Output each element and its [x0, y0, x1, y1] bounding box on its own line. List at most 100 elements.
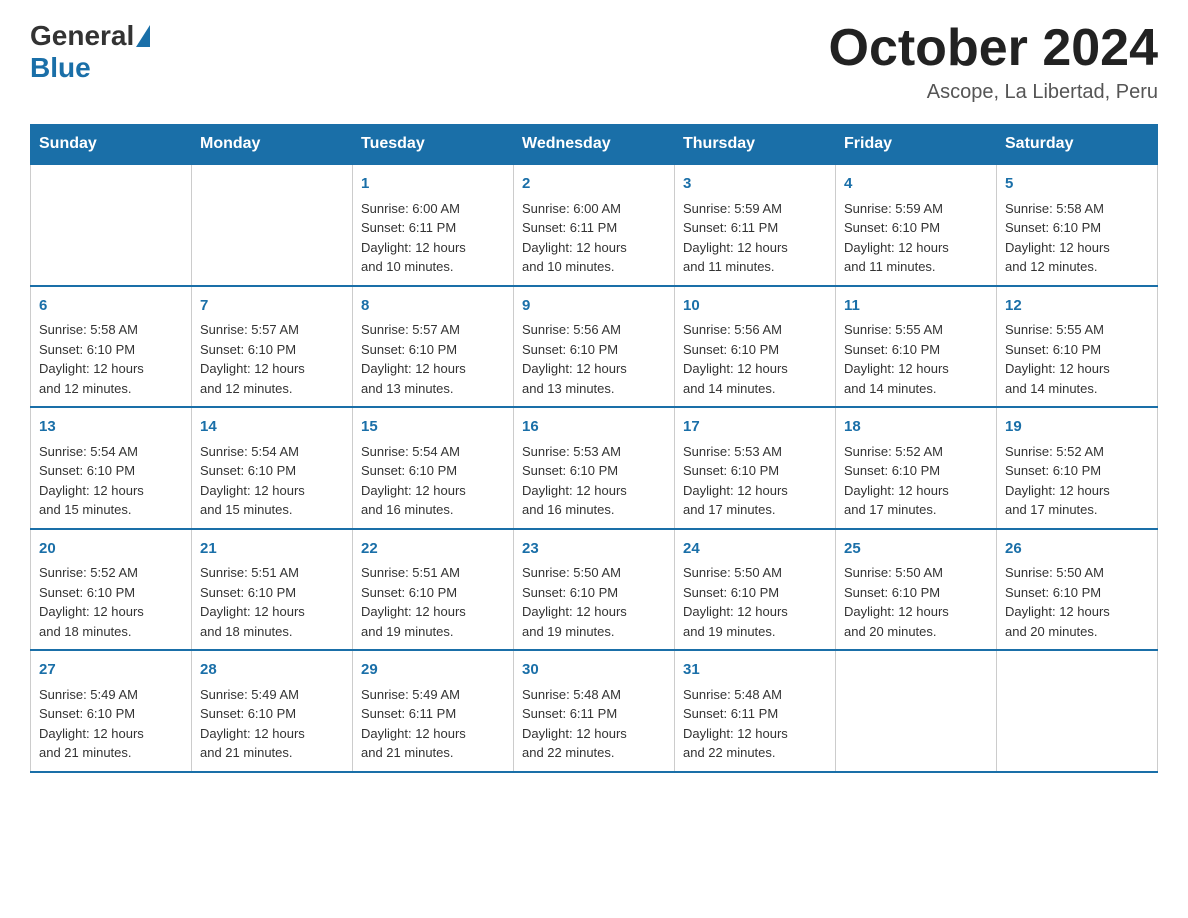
day-cell-10: 10Sunrise: 5:56 AM Sunset: 6:10 PM Dayli…	[675, 286, 836, 408]
day-number: 25	[844, 538, 988, 561]
day-cell-8: 8Sunrise: 5:57 AM Sunset: 6:10 PM Daylig…	[353, 286, 514, 408]
day-cell-1: 1 Sunrise: 6:00 AM Sunset: 6:11 PM Daylig…	[353, 164, 514, 286]
logo-triangle-icon	[136, 25, 150, 47]
day-number: 11	[844, 295, 988, 318]
day-number: 27	[39, 659, 183, 682]
day-number: 28	[200, 659, 344, 682]
day-cell-18: 18 Sunrise: 5:52 AM Sunset: 6:10 PM Dayli…	[836, 407, 997, 529]
day-cell-24: 24Sunrise: 5:50 AM Sunset: 6:10 PM Dayli…	[675, 529, 836, 651]
day-info: Sunrise: 5:58 AM Sunset: 6:10 PM Dayligh…	[1005, 199, 1149, 277]
day-info: Sunrise: 5:53 AM Sunset: 6:10 PM Dayligh…	[522, 442, 666, 520]
day-info: Sunrise: 5:49 AM Sunset: 6:11 PM Dayligh…	[361, 685, 505, 763]
day-info: Sunrise: 5:56 AM Sunset: 6:10 PM Dayligh…	[522, 320, 666, 398]
day-cell-9: 9Sunrise: 5:56 AM Sunset: 6:10 PM Daylig…	[514, 286, 675, 408]
day-info: Sunrise: 5:54 AM Sunset: 6:10 PM Dayligh…	[200, 442, 344, 520]
day-number: 18	[844, 416, 988, 439]
day-info: Sunrise: 5:50 AM Sunset: 6:10 PM Dayligh…	[1005, 563, 1149, 641]
day-number: 12	[1005, 295, 1149, 318]
day-number: 10	[683, 295, 827, 318]
day-number: 9	[522, 295, 666, 318]
day-number: 19	[1005, 416, 1149, 439]
day-cell-16: 16 Sunrise: 5:53 AM Sunset: 6:10 PM Dayli…	[514, 407, 675, 529]
day-number: 22	[361, 538, 505, 561]
day-number: 13	[39, 416, 183, 439]
weekday-header-saturday: Saturday	[997, 125, 1158, 165]
day-info: Sunrise: 5:51 AM Sunset: 6:10 PM Dayligh…	[200, 563, 344, 641]
day-info: Sunrise: 5:50 AM Sunset: 6:10 PM Dayligh…	[683, 563, 827, 641]
day-info: Sunrise: 5:48 AM Sunset: 6:11 PM Dayligh…	[522, 685, 666, 763]
day-info: Sunrise: 5:52 AM Sunset: 6:10 PM Dayligh…	[39, 563, 183, 641]
day-info: Sunrise: 5:48 AM Sunset: 6:11 PM Dayligh…	[683, 685, 827, 763]
weekday-header-tuesday: Tuesday	[353, 125, 514, 165]
day-cell-29: 29Sunrise: 5:49 AM Sunset: 6:11 PM Dayli…	[353, 650, 514, 772]
weekday-header-friday: Friday	[836, 125, 997, 165]
day-number: 17	[683, 416, 827, 439]
day-cell-27: 27 Sunrise: 5:49 AM Sunset: 6:10 PM Dayli…	[31, 650, 192, 772]
day-number: 23	[522, 538, 666, 561]
day-cell-31: 31 Sunrise: 5:48 AM Sunset: 6:11 PM Dayli…	[675, 650, 836, 772]
day-info: Sunrise: 5:49 AM Sunset: 6:10 PM Dayligh…	[200, 685, 344, 763]
logo-blue-text: Blue	[30, 52, 91, 83]
day-number: 31	[683, 659, 827, 682]
day-cell-14: 14Sunrise: 5:54 AM Sunset: 6:10 PM Dayli…	[192, 407, 353, 529]
day-number: 4	[844, 173, 988, 196]
day-cell-15: 15 Sunrise: 5:54 AM Sunset: 6:10 PM Dayli…	[353, 407, 514, 529]
location-text: Ascope, La Libertad, Peru	[829, 81, 1159, 104]
day-info: Sunrise: 5:51 AM Sunset: 6:10 PM Dayligh…	[361, 563, 505, 641]
logo: General Blue	[30, 20, 152, 84]
week-row-5: 27 Sunrise: 5:49 AM Sunset: 6:10 PM Dayli…	[31, 650, 1158, 772]
day-cell-23: 23Sunrise: 5:50 AM Sunset: 6:10 PM Dayli…	[514, 529, 675, 651]
day-number: 20	[39, 538, 183, 561]
day-cell-25: 25Sunrise: 5:50 AM Sunset: 6:10 PM Dayli…	[836, 529, 997, 651]
day-info: Sunrise: 5:53 AM Sunset: 6:10 PM Dayligh…	[683, 442, 827, 520]
logo-general-text: General	[30, 20, 134, 52]
day-number: 6	[39, 295, 183, 318]
day-cell-13: 13 Sunrise: 5:54 AM Sunset: 6:10 PM Dayli…	[31, 407, 192, 529]
day-info: Sunrise: 5:54 AM Sunset: 6:10 PM Dayligh…	[39, 442, 183, 520]
weekday-header-wednesday: Wednesday	[514, 125, 675, 165]
day-cell-30: 30 Sunrise: 5:48 AM Sunset: 6:11 PM Dayli…	[514, 650, 675, 772]
day-info: Sunrise: 5:52 AM Sunset: 6:10 PM Dayligh…	[1005, 442, 1149, 520]
day-info: Sunrise: 6:00 AM Sunset: 6:11 PM Dayligh…	[522, 199, 666, 277]
day-cell-2: 2Sunrise: 6:00 AM Sunset: 6:11 PM Daylig…	[514, 164, 675, 286]
day-number: 30	[522, 659, 666, 682]
day-info: Sunrise: 5:54 AM Sunset: 6:10 PM Dayligh…	[361, 442, 505, 520]
day-info: Sunrise: 5:59 AM Sunset: 6:10 PM Dayligh…	[844, 199, 988, 277]
day-number: 8	[361, 295, 505, 318]
day-info: Sunrise: 5:49 AM Sunset: 6:10 PM Dayligh…	[39, 685, 183, 763]
day-info: Sunrise: 6:00 AM Sunset: 6:11 PM Dayligh…	[361, 199, 505, 277]
empty-cell	[997, 650, 1158, 772]
month-title: October 2024	[829, 20, 1159, 77]
day-info: Sunrise: 5:58 AM Sunset: 6:10 PM Dayligh…	[39, 320, 183, 398]
day-number: 21	[200, 538, 344, 561]
weekday-header-sunday: Sunday	[31, 125, 192, 165]
day-info: Sunrise: 5:57 AM Sunset: 6:10 PM Dayligh…	[361, 320, 505, 398]
day-cell-6: 6Sunrise: 5:58 AM Sunset: 6:10 PM Daylig…	[31, 286, 192, 408]
day-number: 26	[1005, 538, 1149, 561]
day-cell-17: 17 Sunrise: 5:53 AM Sunset: 6:10 PM Dayli…	[675, 407, 836, 529]
day-cell-26: 26Sunrise: 5:50 AM Sunset: 6:10 PM Dayli…	[997, 529, 1158, 651]
day-number: 1	[361, 173, 505, 196]
day-cell-12: 12Sunrise: 5:55 AM Sunset: 6:10 PM Dayli…	[997, 286, 1158, 408]
day-cell-4: 4 Sunrise: 5:59 AM Sunset: 6:10 PM Daylig…	[836, 164, 997, 286]
day-info: Sunrise: 5:59 AM Sunset: 6:11 PM Dayligh…	[683, 199, 827, 277]
day-info: Sunrise: 5:50 AM Sunset: 6:10 PM Dayligh…	[844, 563, 988, 641]
day-number: 15	[361, 416, 505, 439]
day-info: Sunrise: 5:57 AM Sunset: 6:10 PM Dayligh…	[200, 320, 344, 398]
day-number: 16	[522, 416, 666, 439]
day-number: 24	[683, 538, 827, 561]
day-cell-11: 11Sunrise: 5:55 AM Sunset: 6:10 PM Dayli…	[836, 286, 997, 408]
empty-cell	[31, 164, 192, 286]
day-number: 7	[200, 295, 344, 318]
title-area: October 2024 Ascope, La Libertad, Peru	[829, 20, 1159, 104]
day-info: Sunrise: 5:55 AM Sunset: 6:10 PM Dayligh…	[844, 320, 988, 398]
day-cell-7: 7Sunrise: 5:57 AM Sunset: 6:10 PM Daylig…	[192, 286, 353, 408]
day-info: Sunrise: 5:56 AM Sunset: 6:10 PM Dayligh…	[683, 320, 827, 398]
empty-cell	[836, 650, 997, 772]
day-info: Sunrise: 5:55 AM Sunset: 6:10 PM Dayligh…	[1005, 320, 1149, 398]
day-info: Sunrise: 5:50 AM Sunset: 6:10 PM Dayligh…	[522, 563, 666, 641]
day-cell-28: 28 Sunrise: 5:49 AM Sunset: 6:10 PM Dayli…	[192, 650, 353, 772]
day-cell-5: 5Sunrise: 5:58 AM Sunset: 6:10 PM Daylig…	[997, 164, 1158, 286]
calendar-table: SundayMondayTuesdayWednesdayThursdayFrid…	[30, 124, 1158, 773]
day-info: Sunrise: 5:52 AM Sunset: 6:10 PM Dayligh…	[844, 442, 988, 520]
